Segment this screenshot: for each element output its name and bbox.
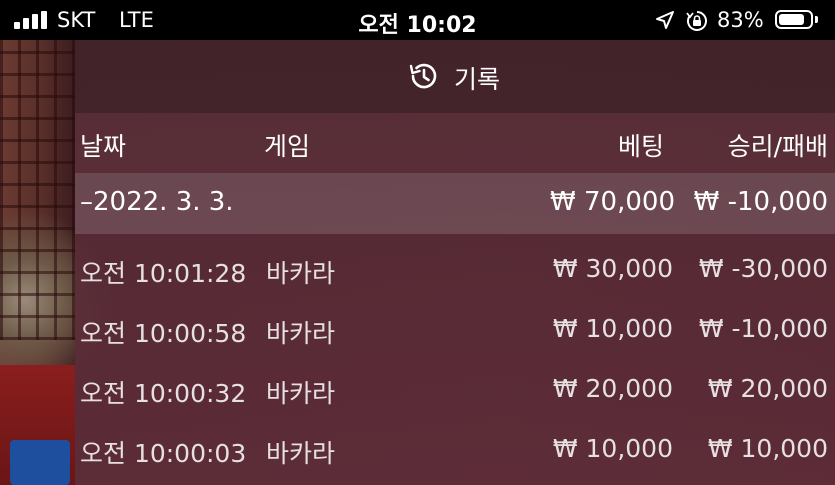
row-time: 오전 10:00:58	[80, 319, 247, 348]
row-result: ₩ 20,000	[707, 374, 828, 403]
panel-title: 기록	[454, 65, 501, 94]
row-game: 바카라	[266, 259, 336, 288]
screen: SKT LTE 오전 10:02 83% 기록 날짜 게임 베팅 승리/패배 –…	[0, 0, 835, 485]
history-panel: 기록 날짜 게임 베팅 승리/패배 –2022. 3. 3. ₩ 70,000 …	[75, 40, 835, 485]
row-game: 바카라	[266, 439, 336, 468]
status-time: 오전 10:02	[358, 13, 477, 38]
history-rows: 오전 10:01:28 바카라 ₩ 30,000 ₩ -30,000 오전 10…	[75, 238, 835, 478]
battery-icon	[775, 10, 813, 29]
table-row[interactable]: 오전 10:00:03 바카라 ₩ 10,000 ₩ 10,000	[75, 418, 835, 478]
column-header-bet: 베팅	[617, 132, 664, 161]
panel-header: 기록	[75, 40, 835, 113]
column-headers: 날짜 게임 베팅 승리/패배	[75, 113, 835, 173]
row-result: ₩ 10,000	[707, 434, 828, 463]
date-group-label: –2022. 3. 3.	[80, 187, 234, 217]
row-time: 오전 10:00:32	[80, 379, 247, 408]
row-time: 오전 10:00:03	[80, 439, 247, 468]
table-row[interactable]: 오전 10:00:58 바카라 ₩ 10,000 ₩ -10,000	[75, 298, 835, 358]
column-header-game: 게임	[264, 132, 311, 161]
status-bar: SKT LTE 오전 10:02 83%	[0, 0, 835, 40]
row-bet: ₩ 20,000	[552, 374, 673, 403]
history-icon	[409, 63, 437, 89]
date-group-total-bet: ₩ 70,000	[550, 187, 675, 217]
rotation-lock-icon	[686, 11, 707, 31]
battery-percent: 83%	[717, 8, 764, 32]
row-game: 바카라	[266, 379, 336, 408]
table-row[interactable]: 오전 10:01:28 바카라 ₩ 30,000 ₩ -30,000	[75, 238, 835, 298]
row-result: ₩ -10,000	[698, 314, 828, 343]
row-bet: ₩ 10,000	[552, 314, 673, 343]
date-group-total-result: ₩ -10,000	[693, 187, 828, 217]
row-bet: ₩ 30,000	[552, 254, 673, 283]
table-row[interactable]: 오전 10:00:32 바카라 ₩ 20,000 ₩ 20,000	[75, 358, 835, 418]
video-lattice-decoration	[0, 40, 75, 340]
row-result: ₩ -30,000	[698, 254, 828, 283]
battery-cap	[815, 16, 818, 23]
battery-level-fill	[779, 14, 804, 25]
column-header-result: 승리/패배	[727, 132, 828, 161]
row-bet: ₩ 10,000	[552, 434, 673, 463]
row-time: 오전 10:01:28	[80, 259, 247, 288]
location-icon	[656, 11, 674, 29]
date-group-header[interactable]: –2022. 3. 3. ₩ 70,000 ₩ -10,000	[75, 173, 835, 234]
video-chip-button[interactable]	[10, 440, 70, 485]
column-header-date: 날짜	[80, 132, 127, 161]
row-game: 바카라	[266, 319, 336, 348]
